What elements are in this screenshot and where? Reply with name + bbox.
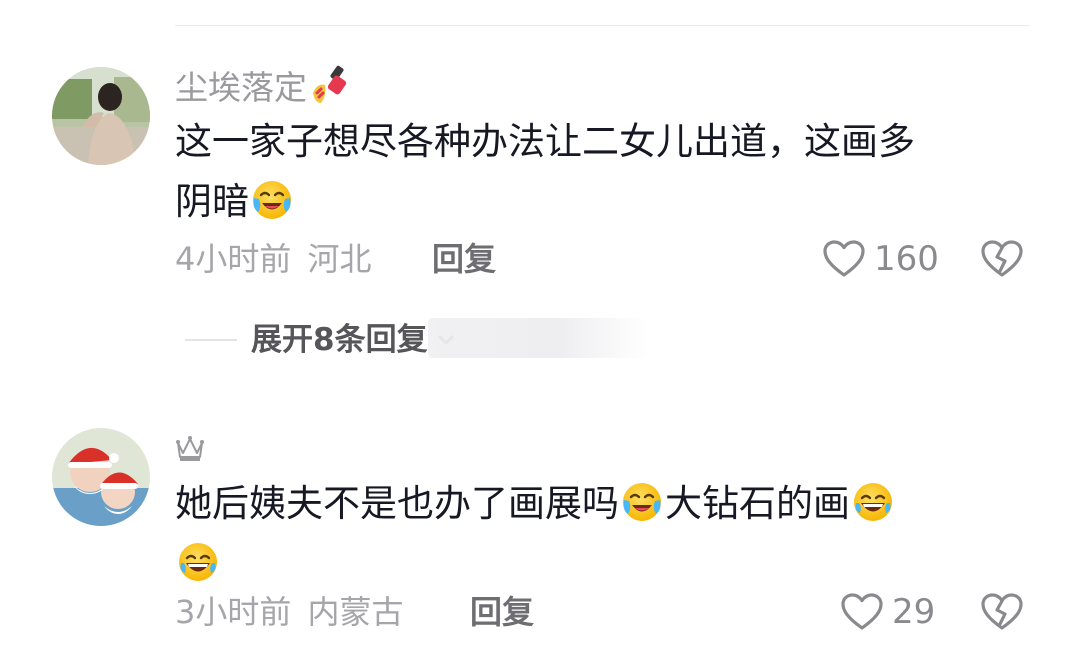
tears-of-joy-icon	[851, 480, 895, 524]
comment-text-line: 这一家子想尽各种办法让二女儿出道，这画多	[175, 120, 915, 163]
expand-divider-line	[185, 339, 237, 341]
username[interactable]	[175, 428, 205, 468]
blurred-overlay	[428, 318, 648, 358]
comment-meta: 3小时前 内蒙古	[175, 592, 404, 632]
crying-laughing-icon	[250, 178, 294, 222]
comment-location: 内蒙古	[307, 593, 404, 631]
crown-icon	[176, 436, 204, 461]
nail-polish-icon	[313, 65, 347, 103]
comment-text-segment: 大钻石的画	[665, 482, 850, 525]
like-count: 160	[874, 239, 939, 279]
like-button[interactable]: 29	[840, 592, 935, 632]
top-divider	[175, 25, 1030, 26]
broken-heart-icon	[980, 592, 1024, 632]
reply-button[interactable]: 回复	[470, 592, 534, 632]
username[interactable]: 尘埃落定	[175, 63, 353, 108]
like-count: 29	[892, 592, 936, 632]
comment-time: 3小时前	[175, 593, 292, 631]
dislike-button[interactable]	[980, 239, 1024, 283]
crying-laughing-icon	[620, 480, 664, 524]
like-button[interactable]: 160	[822, 239, 939, 279]
comment-time: 4小时前	[175, 240, 292, 278]
comment-meta: 4小时前 河北	[175, 239, 372, 279]
tears-of-joy-icon	[176, 540, 220, 584]
heart-icon	[822, 239, 866, 279]
avatar-photo	[52, 428, 150, 526]
comment-text[interactable]: 这一家子想尽各种办法让二女儿出道，这画多 阴暗	[175, 112, 1025, 232]
avatar-photo	[52, 67, 150, 165]
comment-text[interactable]: 她后姨夫不是也办了画展吗 大钻石的画	[175, 474, 1025, 594]
username-text[interactable]: 尘埃落定	[175, 68, 307, 107]
avatar[interactable]	[52, 67, 150, 165]
expand-replies-label: 展开8条回复	[251, 322, 428, 358]
comment-text-line: 阴暗	[175, 180, 249, 223]
avatar[interactable]	[52, 428, 150, 526]
comment-location: 河北	[307, 240, 372, 278]
comment-text-segment: 她后姨夫不是也办了画展吗	[175, 482, 619, 525]
reply-button[interactable]: 回复	[432, 239, 496, 279]
heart-icon	[840, 592, 884, 632]
broken-heart-icon	[980, 239, 1024, 279]
dislike-button[interactable]	[980, 592, 1024, 636]
expand-replies-button[interactable]: 展开8条回复	[185, 320, 456, 360]
